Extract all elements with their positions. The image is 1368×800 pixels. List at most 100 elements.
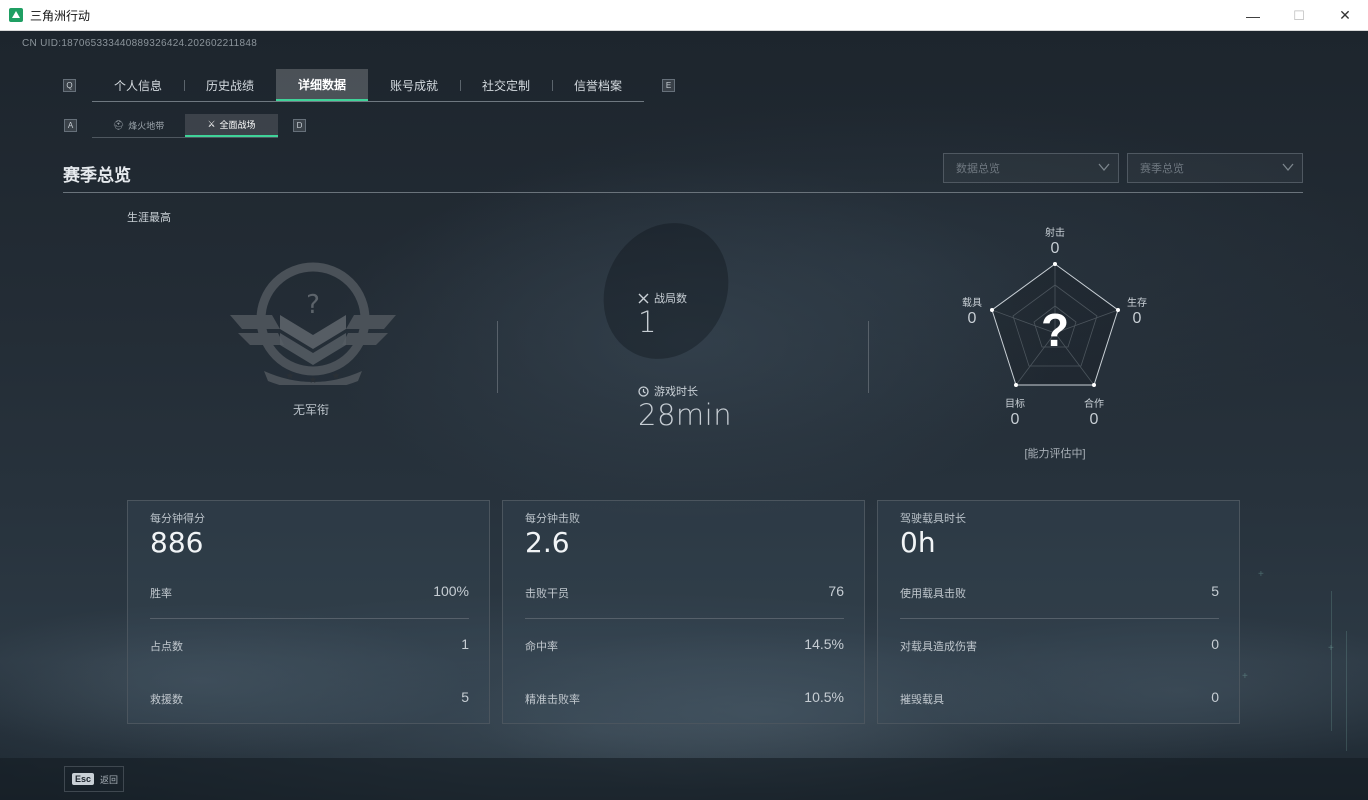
row-value: 100%	[433, 583, 469, 599]
subtab-extraction-label: 烽火地带	[128, 121, 165, 131]
row-label: 击败干员	[525, 588, 569, 600]
card-row: 命中率 14.5%	[525, 636, 844, 658]
tab-prev-key-hint[interactable]: Q	[63, 79, 76, 92]
svg-text:★: ★	[332, 371, 341, 382]
divider-right	[868, 321, 869, 393]
subtab-warfare-label: 全面战场	[219, 120, 256, 130]
data-filter-dropdown[interactable]: 数据总览	[943, 153, 1119, 183]
card-row: 摧毁载具 0	[900, 689, 1219, 711]
svg-text:★: ★	[309, 375, 318, 385]
row-label: 命中率	[525, 641, 558, 653]
card-row: 击败干员 76	[525, 583, 844, 605]
radar-value-shoot: 0	[1050, 240, 1060, 257]
playtime-value: 28min	[638, 398, 733, 432]
row-label: 救援数	[150, 694, 183, 706]
radar-status: [能力评估中]	[1024, 448, 1086, 460]
tab-achievements[interactable]: 账号成就	[368, 69, 460, 101]
hud-crosshair-mark: +	[1242, 671, 1248, 682]
chevron-down-icon	[1098, 163, 1110, 172]
close-button[interactable]: ✕	[1322, 0, 1368, 31]
row-value: 14.5%	[804, 636, 844, 652]
radar-value-target: 0	[1010, 411, 1020, 428]
crossed-swords-icon	[638, 293, 649, 303]
window-title: 三角洲行动	[30, 8, 91, 23]
section-title: 赛季总览	[63, 166, 131, 185]
esc-key-hint: Esc	[72, 773, 95, 785]
tab-personal-info[interactable]: 个人信息	[92, 69, 184, 101]
hud-crosshair-mark: +	[1328, 643, 1334, 654]
crossed-swords-icon: ⚔	[207, 119, 216, 129]
helmet-icon: ⛑	[112, 120, 125, 130]
rank-name: 无军衔	[293, 403, 330, 417]
row-label: 对载具造成伤害	[900, 641, 977, 653]
playtime-label-text: 游戏时长	[654, 386, 698, 398]
card-row: 精准击败率 10.5%	[525, 689, 844, 711]
radar-value-coop: 0	[1089, 411, 1099, 428]
season-filter-placeholder: 赛季总览	[1140, 163, 1184, 175]
rank-emblem-icon: ? ★ ★ ★	[230, 262, 396, 385]
radar-label-shoot: 射击	[1045, 228, 1065, 239]
subtab-next-key-hint[interactable]: D	[293, 119, 306, 132]
main-tabs: 个人信息 历史战绩 详细数据 账号成就 社交定制 信誉档案	[92, 69, 644, 102]
row-value: 0	[1211, 636, 1219, 652]
card-row: 占点数 1	[150, 636, 469, 658]
row-divider	[525, 618, 844, 619]
matches-value: 1	[638, 305, 657, 339]
game-stage: CN UID:1870653334408893264​24.2026022118…	[0, 31, 1368, 800]
card-title: 驾驶载具时长	[900, 513, 966, 525]
svg-text:?: ?	[306, 290, 320, 320]
card-main-value: 0h	[900, 526, 936, 559]
radar-value-survive: 0	[1132, 310, 1142, 327]
stat-card-vehicle: 驾驶载具时长 0h 使用载具击败 5 对载具造成伤害 0 摧毁载具 0	[877, 500, 1240, 724]
tab-next-key-hint[interactable]: E	[662, 79, 675, 92]
card-title: 每分钟击败	[525, 513, 580, 525]
radar-label-vehicle: 载具	[962, 298, 982, 309]
tab-detailed-data[interactable]: 详细数据	[276, 69, 368, 101]
subtab-warfare[interactable]: ⚔ 全面战场	[185, 114, 278, 137]
playtime-label: 游戏时长	[638, 383, 698, 399]
tab-reputation[interactable]: 信誉档案	[552, 69, 644, 101]
minimize-button[interactable]: —	[1230, 0, 1276, 31]
radar-value-vehicle: 0	[967, 310, 977, 327]
tab-history[interactable]: 历史战绩	[184, 69, 276, 101]
row-label: 使用载具击败	[900, 588, 966, 600]
radar-unknown-mark: ?	[1040, 304, 1070, 356]
stat-card-kills: 每分钟击败 2.6 击败干员 76 命中率 14.5% 精准击败率 10.5%	[502, 500, 865, 724]
hud-crosshair-mark: +	[1258, 569, 1264, 580]
data-filter-placeholder: 数据总览	[956, 163, 1000, 175]
chevron-down-icon	[1282, 163, 1294, 172]
card-row: 救援数 5	[150, 689, 469, 711]
row-label: 摧毁载具	[900, 694, 944, 706]
section-divider	[63, 192, 1303, 193]
season-filter-dropdown[interactable]: 赛季总览	[1127, 153, 1303, 183]
card-main-value: 2.6	[525, 526, 570, 559]
clock-icon	[638, 385, 649, 397]
hud-decoration-line	[1346, 631, 1347, 751]
row-label: 占点数	[150, 641, 183, 653]
divider-left	[497, 321, 498, 393]
svg-text:★: ★	[286, 371, 295, 382]
row-value: 0	[1211, 689, 1219, 705]
card-title: 每分钟得分	[150, 513, 205, 525]
tab-social[interactable]: 社交定制	[460, 69, 552, 101]
card-row: 使用载具击败 5	[900, 583, 1219, 605]
matches-label: 战局数	[638, 290, 687, 306]
row-value: 10.5%	[804, 689, 844, 705]
subtab-extraction[interactable]: ⛑ 烽火地带	[92, 114, 185, 137]
player-uid: CN UID:1870653334408893264​24.2026022118…	[22, 38, 258, 49]
radar-label-survive: 生存	[1127, 298, 1147, 309]
subtab-prev-key-hint[interactable]: A	[64, 119, 77, 132]
row-value: 76	[828, 583, 844, 599]
window-titlebar: 三角洲行动 — ☐ ✕	[0, 0, 1368, 31]
stat-card-score: 每分钟得分 886 胜率 100% 占点数 1 救援数 5	[127, 500, 490, 724]
mode-subtabs: ⛑ 烽火地带 ⚔ 全面战场	[92, 114, 278, 138]
back-label: 返回	[100, 774, 119, 785]
back-button[interactable]: Esc 返回	[64, 766, 124, 792]
bottom-bar	[0, 758, 1368, 800]
row-value: 5	[1211, 583, 1219, 599]
window-controls: — ☐ ✕	[1230, 0, 1368, 31]
row-label: 精准击败率	[525, 694, 580, 706]
maximize-button[interactable]: ☐	[1276, 0, 1322, 31]
row-value: 5	[461, 689, 469, 705]
row-divider	[900, 618, 1219, 619]
